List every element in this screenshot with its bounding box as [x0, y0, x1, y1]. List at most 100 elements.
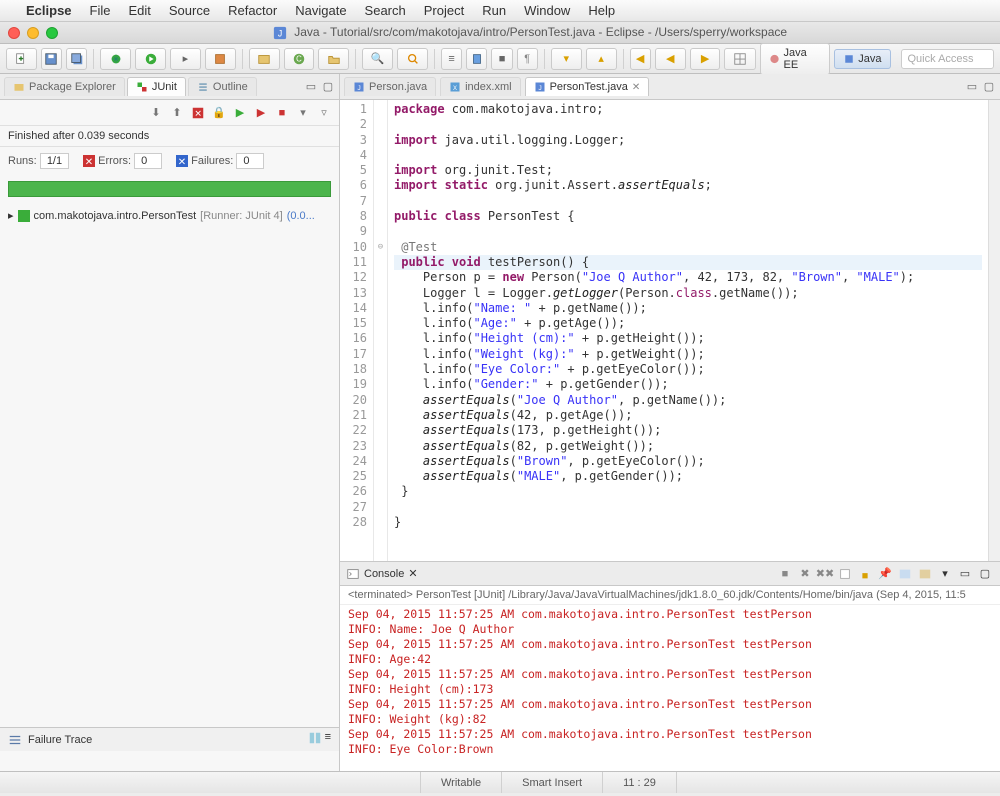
- fold-column[interactable]: ⊖: [374, 100, 388, 561]
- back-button[interactable]: ◀: [630, 48, 651, 70]
- console-menu-icon[interactable]: ▾: [936, 565, 954, 583]
- open-console-icon[interactable]: [916, 565, 934, 583]
- display-selected-icon[interactable]: [896, 565, 914, 583]
- zoom-window-button[interactable]: [46, 27, 58, 39]
- save-button[interactable]: [41, 48, 62, 70]
- perspective-java[interactable]: Java: [834, 49, 890, 69]
- view-menu-icon[interactable]: ▿: [315, 104, 333, 122]
- next-failure-icon[interactable]: ⬇: [147, 104, 165, 122]
- errors-value: 0: [134, 153, 162, 169]
- console-icon: [346, 567, 360, 581]
- java-file-icon: J: [273, 26, 287, 40]
- toggle-mark-button[interactable]: [466, 48, 487, 70]
- search-button[interactable]: [397, 48, 428, 70]
- show-failures-icon[interactable]: ✕: [189, 104, 207, 122]
- junit-progress-bar: [8, 181, 331, 197]
- save-all-button[interactable]: [66, 48, 87, 70]
- menu-refactor[interactable]: Refactor: [228, 3, 277, 18]
- new-package-button[interactable]: [249, 48, 280, 70]
- code-content[interactable]: package com.makotojava.intro; import jav…: [388, 100, 988, 561]
- maximize-view-icon[interactable]: ▢: [321, 80, 335, 94]
- quick-access-input[interactable]: Quick Access: [901, 49, 995, 69]
- compare-icon[interactable]: [308, 731, 322, 748]
- svg-text:X: X: [453, 86, 457, 92]
- terminate-icon[interactable]: ■: [776, 565, 794, 583]
- svg-text:C: C: [296, 54, 302, 63]
- minimize-editor-icon[interactable]: ▭: [965, 80, 979, 94]
- test-result-row[interactable]: ▸ com.makotojava.intro.PersonTest [Runne…: [8, 209, 331, 222]
- java-file-icon: J: [353, 81, 365, 93]
- console-output[interactable]: Sep 04, 2015 11:57:25 AM com.makotojava.…: [340, 605, 1000, 771]
- main-toolbar: ▸ C 🔍 ≡ ■ ¶ ▾ ▴ ◀ ◀ ▶ Java EE Java Quick…: [0, 44, 1000, 74]
- menu-navigate[interactable]: Navigate: [295, 3, 346, 18]
- tab-package-explorer[interactable]: Package Explorer: [4, 77, 125, 96]
- menu-source[interactable]: Source: [169, 3, 210, 18]
- new-class-button[interactable]: C: [284, 48, 315, 70]
- junit-counts: Runs: 1/1 ✕Errors: 0 ✕Failures: 0: [0, 147, 339, 175]
- minimize-view-icon[interactable]: ▭: [304, 80, 318, 94]
- menu-run[interactable]: Run: [482, 3, 506, 18]
- maximize-console-icon[interactable]: ▢: [976, 565, 994, 583]
- run-last-button[interactable]: ▸: [170, 48, 201, 70]
- menu-file[interactable]: File: [90, 3, 111, 18]
- pin-console-icon[interactable]: 📌: [876, 565, 894, 583]
- scroll-lock-console-icon[interactable]: [856, 565, 874, 583]
- menu-project[interactable]: Project: [424, 3, 464, 18]
- code-editor[interactable]: 1234567891011121314151617181920212223242…: [340, 100, 1000, 561]
- remove-all-icon[interactable]: ✖✖: [816, 565, 834, 583]
- new-button[interactable]: [6, 48, 37, 70]
- clear-console-icon[interactable]: [836, 565, 854, 583]
- runs-value: 1/1: [40, 153, 69, 169]
- toggle-block-button[interactable]: ■: [491, 48, 512, 70]
- tab-junit[interactable]: JUnit: [127, 77, 186, 96]
- run-button[interactable]: [135, 48, 166, 70]
- new-folder-button[interactable]: [318, 48, 349, 70]
- next-annotation-button[interactable]: ▾: [551, 48, 582, 70]
- menu-window[interactable]: Window: [524, 3, 570, 18]
- minimize-window-button[interactable]: [27, 27, 39, 39]
- window-title: J Java - Tutorial/src/com/makotojava/int…: [68, 25, 992, 40]
- menu-edit[interactable]: Edit: [128, 3, 150, 18]
- tab-index-xml[interactable]: Xindex.xml: [440, 77, 520, 96]
- filter-trace-icon[interactable]: ≡: [325, 731, 331, 748]
- svg-text:J: J: [278, 28, 282, 38]
- show-whitespace-button[interactable]: ¶: [517, 48, 538, 70]
- vertical-scrollbar[interactable]: [988, 100, 1000, 561]
- debug-button[interactable]: [100, 48, 131, 70]
- traffic-lights: [8, 27, 58, 39]
- expand-icon[interactable]: ▸: [8, 209, 14, 222]
- rerun-failed-icon[interactable]: ▶: [252, 104, 270, 122]
- prev-failure-icon[interactable]: ⬆: [168, 104, 186, 122]
- remove-launch-icon[interactable]: ✖: [796, 565, 814, 583]
- junit-test-tree[interactable]: ▸ com.makotojava.intro.PersonTest [Runne…: [0, 203, 339, 727]
- close-console-icon[interactable]: ✕: [408, 567, 417, 580]
- history-icon[interactable]: ▾: [294, 104, 312, 122]
- forward-history-button[interactable]: ▶: [690, 48, 721, 70]
- perspective-javaee[interactable]: Java EE: [760, 43, 830, 75]
- minimize-console-icon[interactable]: ▭: [956, 565, 974, 583]
- maximize-editor-icon[interactable]: ▢: [982, 80, 996, 94]
- menu-search[interactable]: Search: [365, 3, 406, 18]
- rerun-test-icon[interactable]: ▶: [231, 104, 249, 122]
- scroll-lock-icon[interactable]: 🔒: [210, 104, 228, 122]
- prev-annotation-button[interactable]: ▴: [586, 48, 617, 70]
- console-view: Console ✕ ■ ✖ ✖✖ 📌 ▾ ▭ ▢ <terminated> Pe…: [340, 561, 1000, 771]
- stop-icon[interactable]: ■: [273, 104, 291, 122]
- close-window-button[interactable]: [8, 27, 20, 39]
- open-type-button[interactable]: 🔍: [362, 48, 393, 70]
- tab-person-java[interactable]: JPerson.java: [344, 77, 436, 96]
- external-tools-button[interactable]: [205, 48, 236, 70]
- open-perspective-button[interactable]: [724, 48, 756, 70]
- java-file-icon: J: [534, 81, 546, 93]
- close-tab-icon[interactable]: ✕: [632, 82, 640, 93]
- tab-outline[interactable]: Outline: [188, 77, 257, 96]
- menu-eclipse[interactable]: Eclipse: [26, 3, 72, 18]
- menu-help[interactable]: Help: [588, 3, 615, 18]
- back-history-button[interactable]: ◀: [655, 48, 686, 70]
- line-number-gutter[interactable]: 1234567891011121314151617181920212223242…: [340, 100, 374, 561]
- junit-icon: [136, 81, 148, 93]
- error-icon: ✕: [83, 155, 95, 167]
- stack-icon: [8, 733, 22, 747]
- tab-persontest-java[interactable]: JPersonTest.java ✕: [525, 77, 650, 96]
- toggle-breadcrumb-button[interactable]: ≡: [441, 48, 462, 70]
